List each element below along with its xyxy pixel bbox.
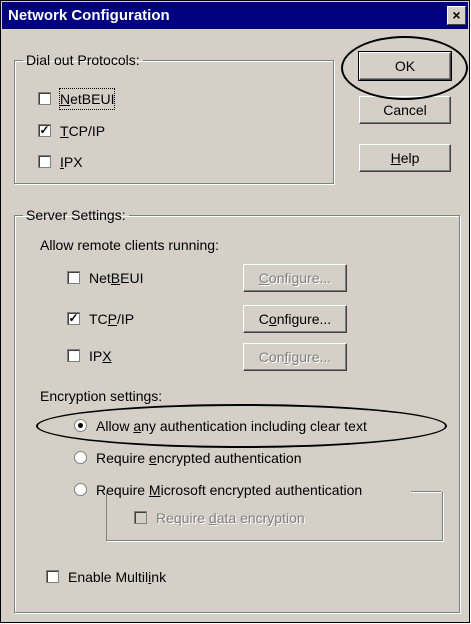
title-bar: Network Configuration × [2,2,468,29]
configure-tcpip-button[interactable]: Configure... [243,305,347,333]
radio-require-encrypted-authentication-label: Require encrypted authentication [96,450,302,466]
configure-ipx-button[interactable]: Configure... [243,343,347,371]
window-title: Network Configuration [8,7,170,24]
dialout-netbeui-box[interactable] [38,92,51,105]
server-ipx-box[interactable] [67,349,80,362]
close-icon[interactable]: × [447,6,466,25]
radio-require-microsoft-encrypted-button[interactable] [74,483,87,496]
server-netbeui-label: NetBEUI [89,270,144,286]
dialout-tcpip-box[interactable]: ✓ [38,124,51,137]
server-tcpip-label: TCP/IP [89,311,135,327]
dialout-tcpip-label: TCP/IP [60,123,106,139]
server-settings-group: Server Settings: [14,207,460,613]
server-ipx-label: IPX [89,348,112,364]
enable-multilink-box[interactable] [46,570,59,583]
radio-allow-any-authentication-button[interactable] [74,419,87,432]
enable-multilink-label: Enable Multilink [68,569,167,585]
encryption-settings-label: Encryption settings: [40,388,163,404]
allow-remote-clients-label: Allow remote clients running: [40,237,219,253]
dialout-ipx-label: IPX [60,154,83,170]
subgroup-top-line [411,491,441,492]
radio-allow-any-authentication-label: Allow any authentication including clear… [96,418,367,434]
server-tcpip-box[interactable]: ✓ [67,312,80,325]
network-configuration-dialog: Network Configuration × Dial out Protoco… [0,0,470,623]
dialout-ipx-box[interactable] [38,155,51,168]
radio-require-encrypted-authentication-button[interactable] [74,451,87,464]
dial-out-protocols-legend: Dial out Protocols: [26,52,140,68]
server-settings-legend: Server Settings: [26,207,126,223]
require-data-encryption-box[interactable] [134,511,147,524]
help-button[interactable]: Help [359,144,451,172]
ok-button[interactable]: OK [358,51,452,81]
cancel-button[interactable]: Cancel [359,96,451,124]
server-netbeui-box[interactable] [67,271,80,284]
dialout-netbeui-label: NetBEUI [58,88,116,110]
configure-netbeui-button[interactable]: Configure... [243,264,347,292]
require-data-encryption-label: Require data encryption [156,510,305,526]
